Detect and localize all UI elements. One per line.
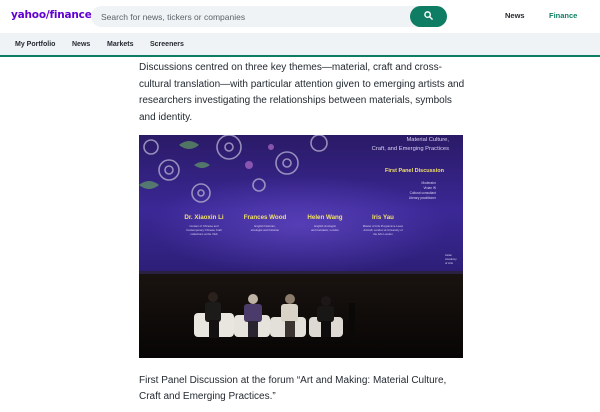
subnav-item-screeners[interactable]: Screeners <box>150 41 184 48</box>
speaker-sub-2b: sinologist and historian <box>251 228 280 232</box>
speaker-sub-1c: collections at the V&A <box>190 232 217 236</box>
yahoo-finance-logo[interactable]: yahoo/finance <box>11 9 92 21</box>
moderator-line-3: Cultural consultant <box>410 191 437 195</box>
search-bar <box>91 6 447 27</box>
logo-yahoo-text: yahoo <box>11 9 46 21</box>
screen-title-line2: Craft, and Emerging Practices <box>372 146 449 152</box>
search-button[interactable] <box>410 6 447 27</box>
speaker-name-2: Frances Wood <box>244 214 287 221</box>
moderator-line-2: Vivian W <box>423 186 436 190</box>
speaker-sub-4c: the Arts London <box>373 232 393 236</box>
moderator-line-1: Moderator <box>421 181 436 185</box>
speaker-name-1: Dr. Xiaoxin Li <box>184 214 223 221</box>
article-paragraph: Discussions centred on three key themes—… <box>139 62 465 123</box>
stage <box>139 271 463 358</box>
subnav-item-news[interactable]: News <box>72 41 90 48</box>
side-note-3: of Arts <box>445 261 454 265</box>
search-input[interactable] <box>101 10 401 23</box>
sub-navigation: My Portfolio News Markets Screeners <box>0 33 600 57</box>
top-header: yahoo/finance News Finance <box>0 0 600 33</box>
header-link-finance[interactable]: Finance <box>549 11 577 20</box>
subnav-item-my-portfolio[interactable]: My Portfolio <box>15 41 55 48</box>
article-photo: Material Culture, Craft, and Emerging Pr… <box>139 135 463 358</box>
header-link-news[interactable]: News <box>505 11 525 20</box>
speaker-name-4: Iris Yau <box>372 214 394 221</box>
screen-title-line1: Material Culture, <box>406 137 449 143</box>
panel-heading: First Panel Discussion <box>385 168 445 174</box>
logo-finance-text: finance <box>49 9 92 21</box>
moderator-line-4: Literary practitioner <box>409 196 437 200</box>
speaker-name-3: Helen Wang <box>307 214 342 221</box>
photo-caption: First Panel Discussion at the forum “Art… <box>139 375 447 402</box>
subnav-item-markets[interactable]: Markets <box>107 41 133 48</box>
search-icon <box>424 11 433 20</box>
speaker-sub-3b: and translator, London <box>311 228 339 232</box>
